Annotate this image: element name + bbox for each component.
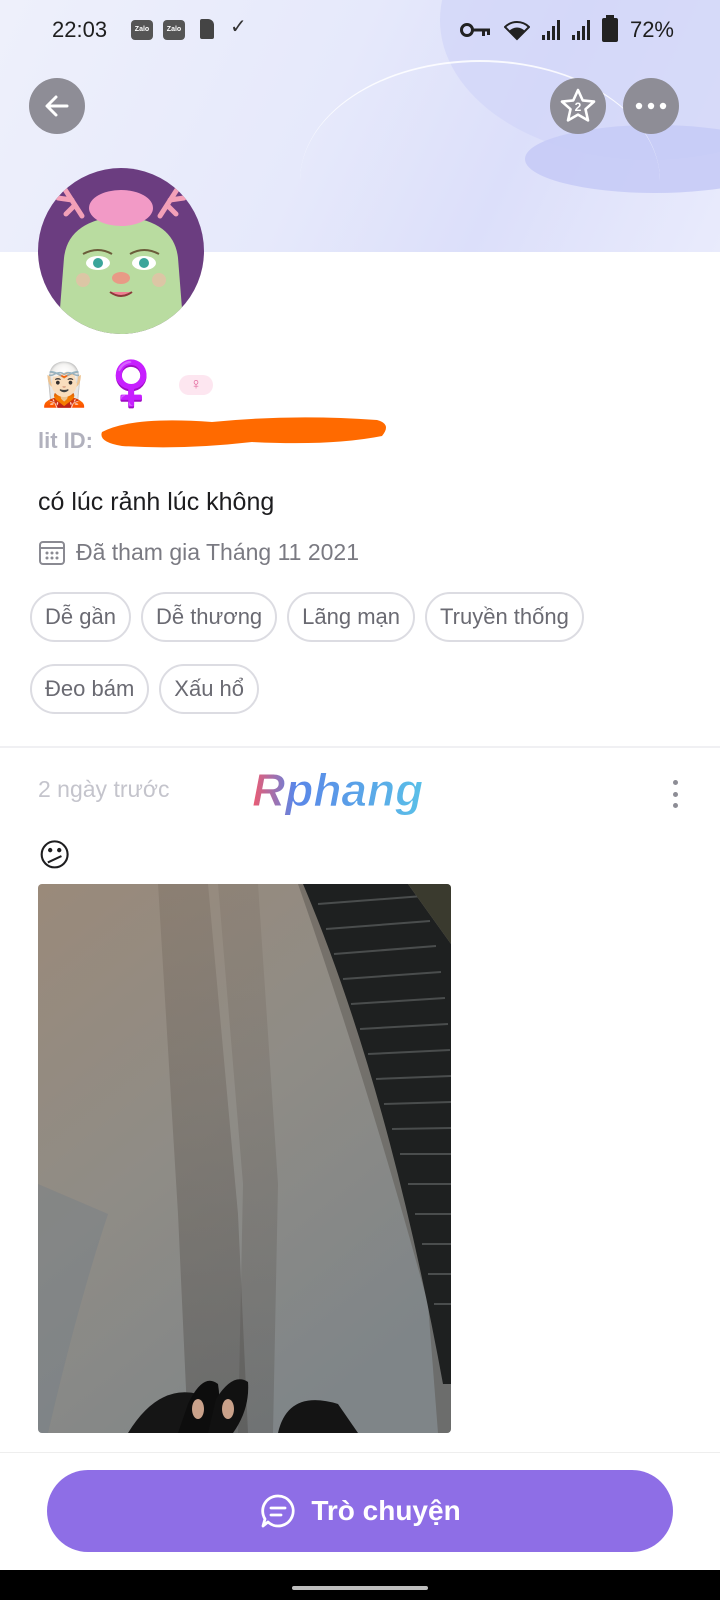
post-photo[interactable] [38, 884, 451, 1433]
post-more-button[interactable] [670, 780, 680, 808]
signal-icon [541, 20, 560, 40]
arrow-left-icon [45, 95, 69, 117]
favorite-button[interactable]: 2 [550, 78, 606, 134]
watermark-logo: Rphang [252, 766, 424, 817]
section-divider [0, 746, 720, 748]
photo-shadow-pavement-image [38, 884, 451, 1433]
monster-avatar-image [38, 168, 204, 334]
more-horizontal-icon [635, 102, 667, 110]
status-bar: 22:03 Zalo Zalo ✓ 72% [0, 0, 720, 62]
personality-tags: Dễ gần Dễ thương Lãng mạn Truyền thống Đ… [30, 592, 670, 714]
lit-id-label: lit ID: [38, 428, 93, 453]
calendar-icon [39, 541, 65, 565]
tag-chip: Dễ gần [30, 592, 131, 642]
tag-chip: Lãng mạn [287, 592, 416, 642]
status-time: 22:03 [52, 17, 108, 42]
joined-date-text: Đã tham gia Tháng 11 2021 [76, 538, 360, 565]
check-icon: ✓ [230, 16, 247, 38]
tag-chip: Xấu hổ [159, 664, 260, 714]
female-sign-badge: ♀️ [104, 360, 160, 409]
chat-bubble-icon [261, 1494, 295, 1528]
home-gesture-handle[interactable] [292, 1586, 428, 1590]
gender-badge: ♀ [179, 375, 214, 395]
profile-badges: 🧝🏻 ♀️ ♀ [38, 360, 214, 409]
sd-card-icon [200, 19, 214, 39]
post-timestamp: 2 ngày trước [38, 776, 170, 802]
svg-text:Rphang: Rphang [252, 766, 423, 816]
profile-bio: có lúc rảnh lúc không [38, 488, 275, 516]
joined-date: Đã tham gia Tháng 11 2021 [38, 538, 359, 566]
chat-button-label: Trò chuyện [311, 1495, 461, 1526]
wifi-icon [503, 21, 530, 41]
key-icon [459, 23, 490, 37]
elf-emoji-badge: 🧝🏻 [38, 361, 91, 408]
more-options-button[interactable] [623, 78, 679, 134]
zalo-notification-icon: Zalo [163, 20, 185, 40]
battery-icon [601, 15, 618, 42]
battery-percent: 72% [629, 17, 674, 42]
zalo-notification-icon: Zalo [131, 20, 153, 40]
signal-icon [571, 20, 590, 40]
system-navigation-bar [0, 1570, 720, 1600]
tag-chip: Truyền thống [425, 592, 584, 642]
profile-avatar[interactable] [38, 168, 204, 334]
tag-chip: Đeo bám [30, 664, 150, 714]
back-button[interactable] [29, 78, 85, 134]
redacted-id-scribble [101, 417, 386, 448]
favorite-count: 2 [575, 100, 582, 114]
star-icon: 2 [560, 88, 596, 122]
chat-button[interactable]: Trò chuyện [47, 1470, 673, 1552]
tag-chip: Dễ thương [140, 592, 278, 642]
post-emoji: 😕 [38, 837, 72, 873]
